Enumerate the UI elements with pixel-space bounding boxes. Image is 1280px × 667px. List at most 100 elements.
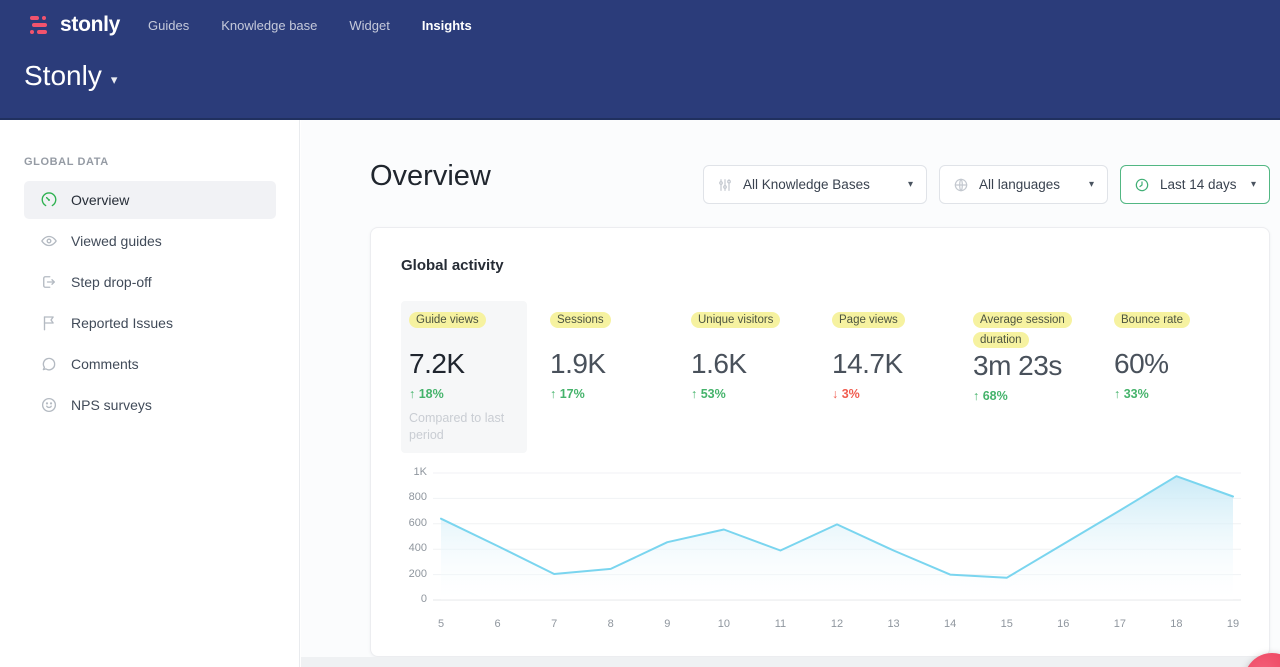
metrics-row: Guide views 7.2K ↑ 18% Compared to last … xyxy=(401,301,1247,453)
trend-arrow-icon: ↓ xyxy=(832,387,838,401)
trend-arrow-icon: ↑ xyxy=(691,387,697,401)
chart-plot-area[interactable] xyxy=(433,469,1241,605)
eye-icon xyxy=(40,232,58,250)
chart-y-tick-label: 600 xyxy=(401,517,427,530)
chart-x-tick-label: 6 xyxy=(480,618,516,630)
sidebar-item-step-drop-off[interactable]: Step drop-off xyxy=(24,263,276,301)
languages-dropdown[interactable]: All languages ▾ xyxy=(939,165,1108,204)
nav-item-knowledge-base[interactable]: Knowledge base xyxy=(221,18,317,33)
chart-y-tick-label: 400 xyxy=(401,542,427,555)
metric-card-bounce-rate[interactable]: Bounce rate 60% ↑ 33% xyxy=(1106,301,1232,453)
metric-change: ↑ 53% xyxy=(691,387,801,401)
metric-value: 1.6K xyxy=(691,348,801,380)
page-title: Overview xyxy=(370,160,491,193)
sidebar-item-nps-surveys[interactable]: NPS surveys xyxy=(24,386,276,424)
metric-label: Average session duration xyxy=(973,312,1072,348)
gauge-icon xyxy=(40,191,58,209)
chart-x-tick-label: 10 xyxy=(706,618,742,630)
top-navbar: stonly Guides Knowledge base Widget Insight… xyxy=(0,0,1280,120)
trend-arrow-icon: ↑ xyxy=(550,387,556,401)
metric-card-unique-visitors[interactable]: Unique visitors 1.6K ↑ 53% xyxy=(683,301,809,453)
trend-arrow-icon: ↑ xyxy=(973,389,979,403)
metric-label: Unique visitors xyxy=(691,312,780,328)
chart-area-fill xyxy=(441,476,1233,600)
stonly-logo[interactable]: stonly xyxy=(30,13,120,37)
workspace-switcher[interactable]: Stonly ▾ xyxy=(0,60,1280,92)
card-title: Global activity xyxy=(401,257,504,274)
activity-chart[interactable]: 02004006008001K5678910111213141516171819 xyxy=(401,463,1247,643)
chart-x-tick-label: 9 xyxy=(649,618,685,630)
chart-y-tick-label: 0 xyxy=(401,593,427,606)
sidebar-items: Overview Viewed guides Step drop-off Rep… xyxy=(0,181,299,424)
clock-icon xyxy=(1134,177,1150,193)
metric-value: 14.7K xyxy=(832,348,942,380)
chart-x-tick-label: 18 xyxy=(1158,618,1194,630)
chart-x-tick-label: 12 xyxy=(819,618,855,630)
sidebar-item-comments[interactable]: Comments xyxy=(24,345,276,383)
date-range-dropdown-label: Last 14 days xyxy=(1160,177,1237,192)
metric-label: Guide views xyxy=(409,312,486,328)
sidebar-item-viewed-guides[interactable]: Viewed guides xyxy=(24,222,276,260)
knowledge-bases-dropdown[interactable]: All Knowledge Bases ▾ xyxy=(703,165,927,204)
metric-card-guide-views[interactable]: Guide views 7.2K ↑ 18% Compared to last … xyxy=(401,301,527,453)
chevron-down-icon: ▾ xyxy=(908,179,913,190)
chart-y-tick-label: 1K xyxy=(401,466,427,479)
app-root: stonly Guides Knowledge base Widget Insight… xyxy=(0,0,1280,667)
sidebar-item-reported-issues[interactable]: Reported Issues xyxy=(24,304,276,342)
next-section-edge xyxy=(301,657,1280,667)
metric-note: Compared to last period xyxy=(409,410,519,444)
metric-change: ↑ 33% xyxy=(1114,387,1224,401)
global-activity-card: Global activity Guide views 7.2K ↑ 18% C… xyxy=(370,227,1270,657)
sidebar-item-overview[interactable]: Overview xyxy=(24,181,276,219)
metric-label: Bounce rate xyxy=(1114,312,1190,328)
chart-x-tick-label: 8 xyxy=(593,618,629,630)
step-out-icon xyxy=(40,273,58,291)
chart-y-tick-label: 200 xyxy=(401,568,427,581)
languages-dropdown-label: All languages xyxy=(979,177,1075,192)
chart-x-tick-label: 16 xyxy=(1045,618,1081,630)
sidebar: GLOBAL DATA Overview Viewed guides Step … xyxy=(0,120,300,667)
stonly-logo-icon xyxy=(30,16,52,35)
date-range-dropdown[interactable]: Last 14 days ▾ xyxy=(1120,165,1270,204)
metric-label: Page views xyxy=(832,312,905,328)
main-content: Overview All Knowledge Bases ▾ All langu… xyxy=(301,120,1280,667)
metric-card-average-session-duration[interactable]: Average session duration 3m 23s ↑ 68% xyxy=(965,301,1091,453)
flag-icon xyxy=(40,314,58,332)
nav-item-widget[interactable]: Widget xyxy=(349,18,389,33)
chart-x-tick-label: 5 xyxy=(423,618,459,630)
nav-item-insights[interactable]: Insights xyxy=(422,18,472,33)
chart-y-tick-label: 800 xyxy=(401,491,427,504)
metric-change: ↑ 68% xyxy=(973,389,1083,403)
top-navigation: Guides Knowledge base Widget Insights xyxy=(148,18,472,33)
chart-x-tick-label: 14 xyxy=(932,618,968,630)
chevron-down-icon: ▾ xyxy=(1251,179,1256,190)
chart-x-tick-label: 13 xyxy=(876,618,912,630)
trend-arrow-icon: ↑ xyxy=(409,387,415,401)
chart-x-tick-label: 15 xyxy=(989,618,1025,630)
smiley-icon xyxy=(40,396,58,414)
metric-value: 3m 23s xyxy=(973,350,1083,382)
workspace-title: Stonly xyxy=(24,60,102,92)
nav-item-guides[interactable]: Guides xyxy=(148,18,189,33)
metric-label: Sessions xyxy=(550,312,611,328)
sidebar-section-label: GLOBAL DATA xyxy=(24,156,299,168)
metric-card-page-views[interactable]: Page views 14.7K ↓ 3% xyxy=(824,301,950,453)
knowledge-bases-dropdown-label: All Knowledge Bases xyxy=(743,177,894,192)
globe-icon xyxy=(953,177,969,193)
metric-value: 60% xyxy=(1114,348,1224,380)
chart-x-tick-label: 7 xyxy=(536,618,572,630)
chevron-down-icon: ▾ xyxy=(1089,179,1094,190)
comment-icon xyxy=(40,355,58,373)
navbar-menu-row: stonly Guides Knowledge base Widget Insight… xyxy=(0,0,1280,44)
chart-x-tick-label: 19 xyxy=(1215,618,1251,630)
metric-change: ↑ 17% xyxy=(550,387,660,401)
logo-text: stonly xyxy=(60,13,120,37)
filter-bar: All Knowledge Bases ▾ All languages ▾ La… xyxy=(703,165,1270,204)
metric-change: ↓ 3% xyxy=(832,387,942,401)
metric-card-sessions[interactable]: Sessions 1.9K ↑ 17% xyxy=(542,301,668,453)
sliders-icon xyxy=(717,177,733,193)
chart-x-tick-label: 17 xyxy=(1102,618,1138,630)
metric-value: 7.2K xyxy=(409,348,519,380)
chart-x-tick-label: 11 xyxy=(762,618,798,630)
trend-arrow-icon: ↑ xyxy=(1114,387,1120,401)
